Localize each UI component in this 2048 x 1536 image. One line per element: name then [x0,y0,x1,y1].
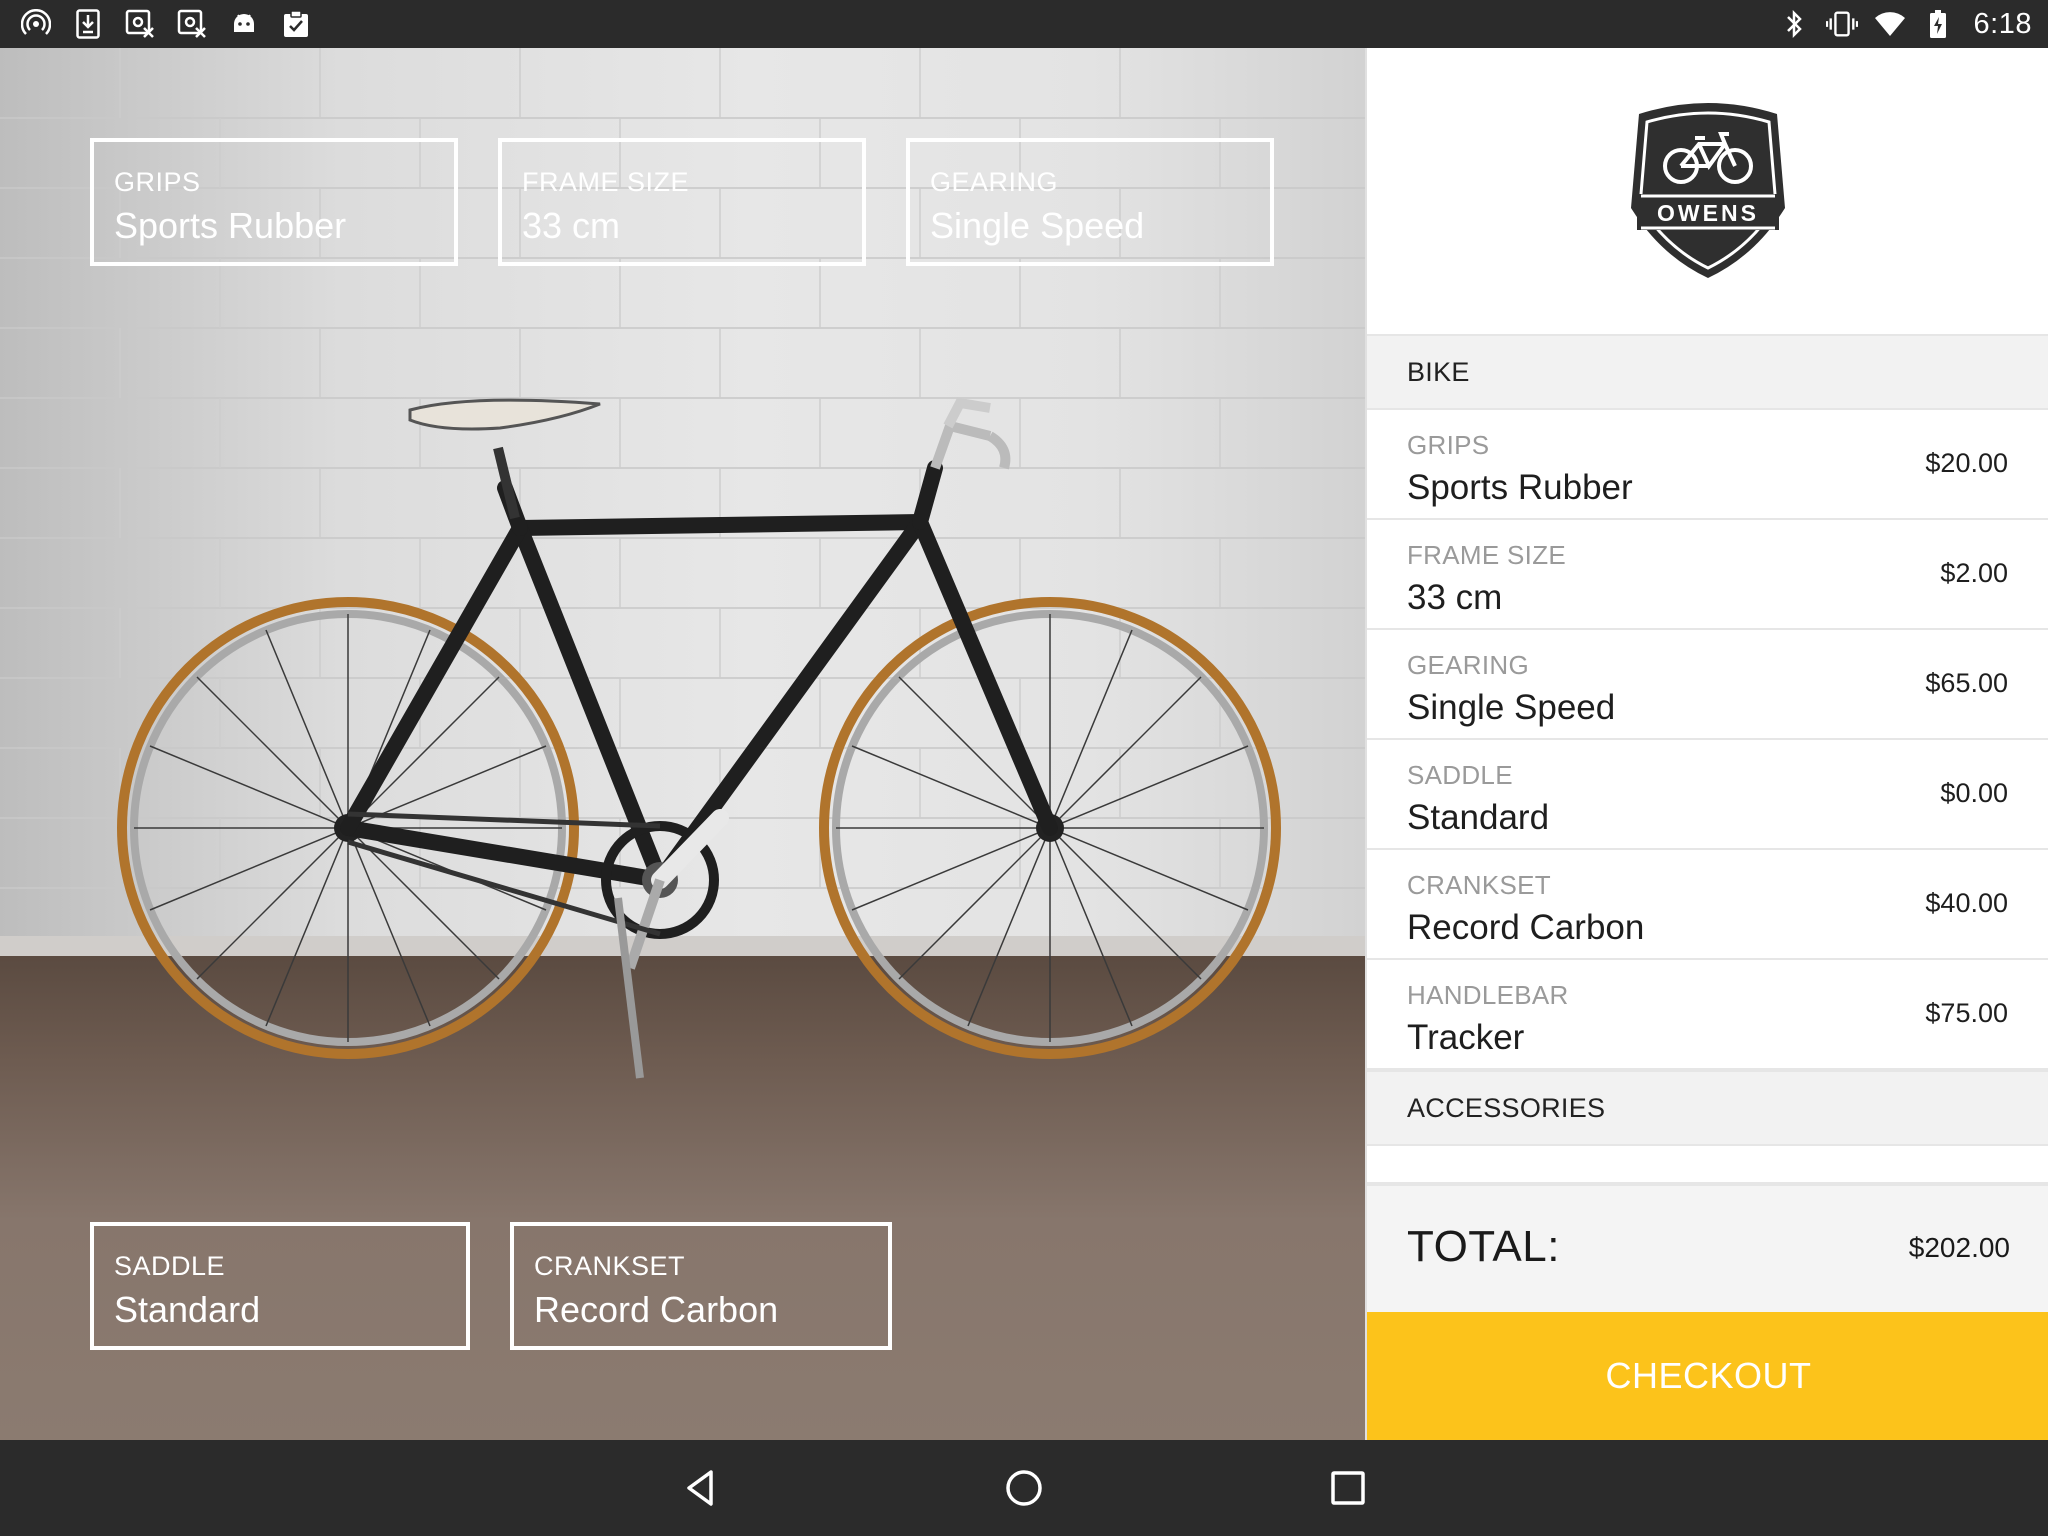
spec-value: Sports Rubber [114,205,347,246]
section-header-bike: BIKE [1367,334,2048,410]
order-summary-panel: OWENS BIKE GRIPS Sports Rubber $20.00 FR… [1365,48,2048,1440]
battery-charging-icon [1922,8,1954,40]
bike-photo: GRIPS Sports Rubber FRAME SIZE 33 cm GEA… [0,48,1365,1440]
line-item-frame-size[interactable]: FRAME SIZE 33 cm $2.00 [1367,520,2048,630]
clock: 6:18 [1973,7,2032,40]
spec-label: FRAME SIZE [522,167,690,197]
spec-label: GEARING [930,167,1059,197]
spec-overlay-frame-size[interactable]: FRAME SIZE 33 cm [498,138,866,266]
item-label: CRANKSET [1407,870,1551,900]
spec-value: Single Speed [930,205,1145,246]
clipboard-check-icon [280,8,312,40]
item-price: $65.00 [1925,668,2008,698]
item-label: SADDLE [1407,760,1513,790]
status-bar: 6:18 [0,0,2048,48]
wifi-icon [1874,8,1906,40]
spec-label: SADDLE [114,1251,226,1281]
item-price: $40.00 [1925,888,2008,918]
item-price: $2.00 [1940,558,2008,588]
spec-overlay-saddle[interactable]: SADDLE Standard [90,1222,470,1350]
spec-value: 33 cm [522,205,621,246]
home-icon[interactable] [1000,1464,1048,1512]
line-item-saddle[interactable]: SADDLE Standard $0.00 [1367,740,2048,850]
item-price: $20.00 [1925,448,2008,478]
item-label: GEARING [1407,650,1530,680]
item-value: Tracker [1407,1018,1525,1057]
item-label: HANDLEBAR [1407,980,1569,1010]
item-value: Sports Rubber [1407,468,1633,507]
notification-icons [20,8,312,40]
item-price: $0.00 [1940,778,2008,808]
total-row: TOTAL: $202.00 [1367,1184,2048,1312]
item-value: Standard [1407,798,1550,837]
spec-overlay-crankset[interactable]: CRANKSET Record Carbon [510,1222,892,1350]
spec-overlay-gearing[interactable]: GEARING Single Speed [906,138,1274,266]
line-item-handlebar[interactable]: HANDLEBAR Tracker $75.00 [1367,960,2048,1070]
item-value: Single Speed [1407,688,1616,727]
section-header-accessories: ACCESSORIES [1367,1070,2048,1146]
back-icon[interactable] [677,1464,725,1512]
spec-value: Record Carbon [534,1289,779,1330]
vibrate-icon [1825,8,1858,40]
spec-label: GRIPS [114,167,201,197]
item-value: 33 cm [1407,578,1503,617]
android-icon [228,8,260,40]
item-label: GRIPS [1407,430,1490,460]
item-label: FRAME SIZE [1407,540,1567,570]
line-item-gearing[interactable]: GEARING Single Speed $65.00 [1367,630,2048,740]
logo-area: OWENS [1367,48,2048,334]
system-icons: 6:18 [1778,8,2032,40]
item-price: $75.00 [1925,998,2008,1028]
owens-logo: OWENS [1630,103,1785,278]
spec-overlay-grips[interactable]: GRIPS Sports Rubber [90,138,458,266]
hotspot-icon [20,8,52,40]
spec-value: Standard [114,1289,261,1330]
recents-icon[interactable] [1324,1464,1372,1512]
bluetooth-icon [1778,8,1810,40]
accessories-list [1367,1146,2048,1184]
image-remove-icon [176,8,208,40]
spec-label: CRANKSET [534,1251,686,1281]
download-icon [72,8,104,40]
item-value: Record Carbon [1407,908,1645,947]
total-label: TOTAL: [1407,1222,1560,1271]
total-value: $202.00 [1908,1232,2010,1263]
navigation-bar [0,1440,2048,1536]
logo-brand-text: OWENS [1657,200,1759,226]
checkout-button[interactable]: CHECKOUT [1367,1312,2048,1440]
line-item-grips[interactable]: GRIPS Sports Rubber $20.00 [1367,410,2048,520]
line-item-crankset[interactable]: CRANKSET Record Carbon $40.00 [1367,850,2048,960]
image-remove-icon [124,8,156,40]
